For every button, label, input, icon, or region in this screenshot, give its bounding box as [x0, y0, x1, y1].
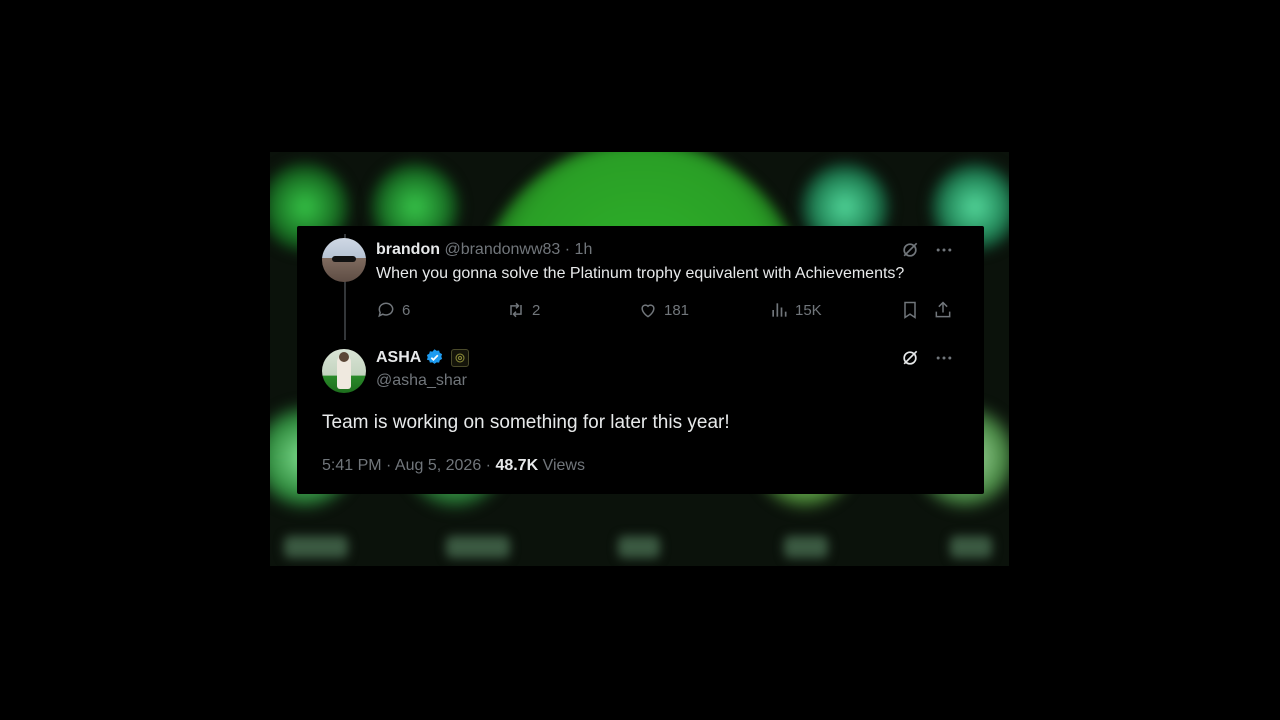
timestamp[interactable]: · 1h: [565, 241, 593, 258]
verified-badge-icon[interactable]: [425, 348, 444, 367]
bookmark-icon: [904, 301, 916, 319]
handle[interactable]: @asha_shar: [376, 372, 467, 390]
display-name[interactable]: brandon: [376, 241, 440, 258]
retweet-count: 2: [532, 301, 541, 319]
reply-actions: 6 2 181 15K: [376, 300, 954, 322]
view-count[interactable]: 48.7K: [495, 457, 538, 474]
views-label: Views: [538, 457, 585, 474]
reply-text: When you gonna solve the Platinum trophy…: [376, 265, 905, 282]
bookmark-button[interactable]: [900, 300, 920, 320]
reply-header: brandon @brandonww83 · 1h: [376, 241, 592, 259]
retweet-button[interactable]: 2: [506, 300, 540, 320]
main-header: ASHA: [376, 348, 470, 367]
views-button[interactable]: 15K: [769, 300, 822, 320]
display-name[interactable]: ASHA: [376, 349, 421, 367]
main-top-actions: [900, 348, 954, 368]
more-icon[interactable]: [934, 348, 954, 368]
grok-icon[interactable]: [900, 240, 920, 260]
reply-button[interactable]: 6: [376, 300, 410, 320]
view-count: 15K: [795, 301, 822, 319]
share-icon: [935, 301, 951, 318]
grok-icon[interactable]: [900, 348, 920, 368]
tweet-card: brandon @brandonww83 · 1h When you gonna…: [297, 226, 984, 494]
reply-count: 6: [402, 301, 411, 319]
analytics-icon: [772, 303, 787, 317]
retweet-icon: [510, 302, 522, 318]
heart-icon: [641, 304, 655, 318]
reply-top-actions: [900, 240, 954, 260]
avatar[interactable]: [322, 238, 366, 282]
like-button[interactable]: 181: [638, 300, 689, 320]
avatar[interactable]: [322, 349, 366, 393]
reply-icon: [378, 302, 394, 318]
more-icon[interactable]: [934, 240, 954, 260]
affiliate-badge-icon[interactable]: [451, 348, 470, 367]
share-button[interactable]: [933, 300, 953, 320]
handle[interactable]: @brandonww83: [444, 241, 560, 258]
timestamp[interactable]: 5:41 PM · Aug 5, 2026 ·: [322, 457, 495, 474]
like-count: 181: [664, 301, 690, 319]
main-text: Team is working on something for later t…: [322, 412, 730, 433]
tweet-meta: 5:41 PM · Aug 5, 2026 · 48.7K Views: [322, 457, 585, 475]
